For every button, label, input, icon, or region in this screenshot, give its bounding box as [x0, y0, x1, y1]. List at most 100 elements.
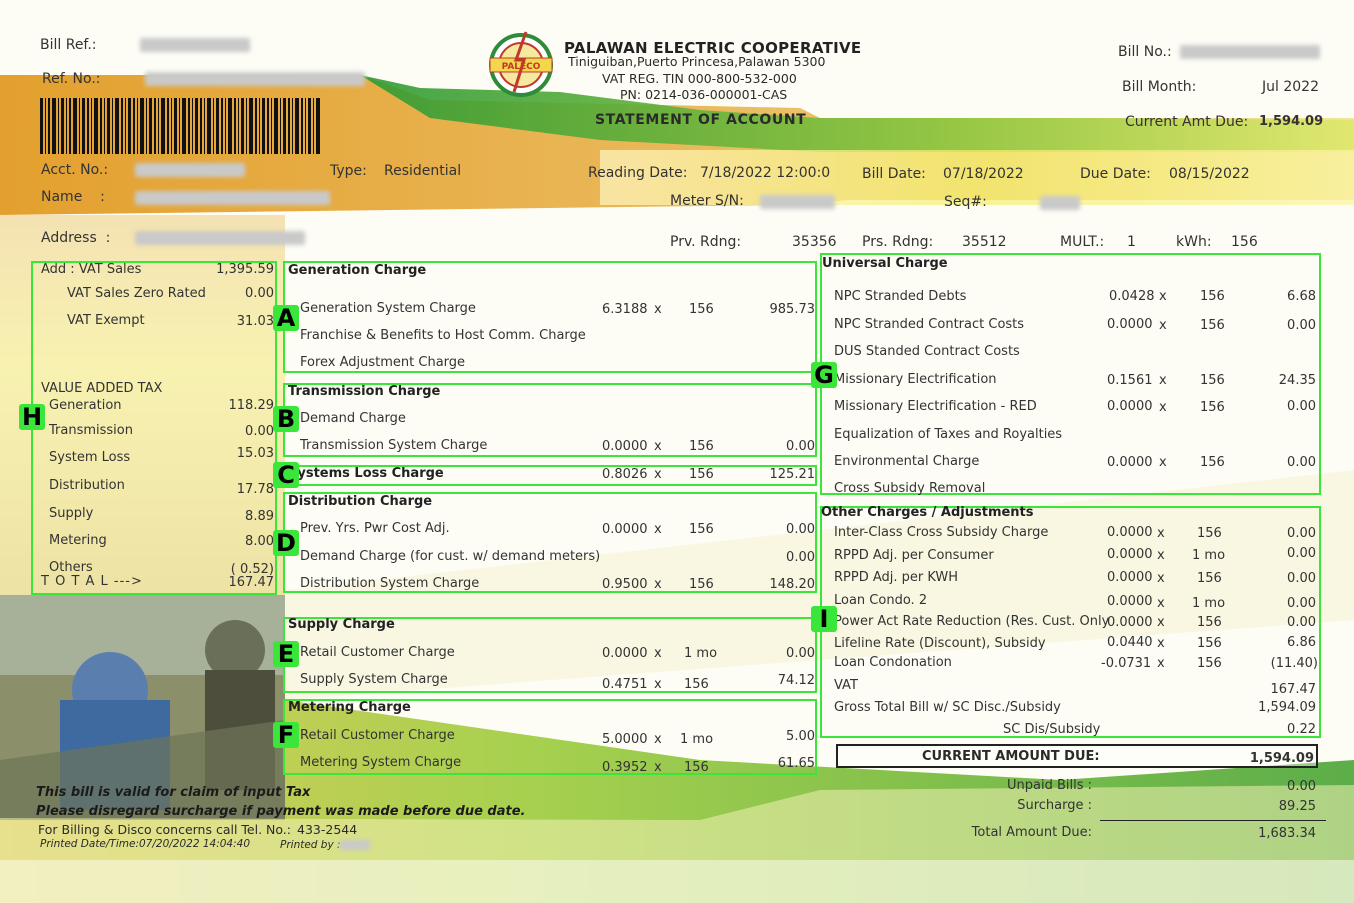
- univ-row-rate: 0.1561: [1107, 373, 1153, 388]
- sc-subsidy-amount: 0.22: [1287, 722, 1316, 737]
- dist-row-rate: 0.9500: [602, 577, 648, 592]
- dist-row-qty: 156: [689, 522, 714, 537]
- other-row-label: Loan Condo. 2: [834, 593, 928, 608]
- printed-datetime: Printed Date/Time:07/20/2022 14:04:40: [40, 838, 251, 850]
- univ-row-label: DUS Standed Contract Costs: [834, 344, 1020, 359]
- seq-redacted: [1040, 196, 1080, 210]
- other-row-amount: 6.86: [1287, 635, 1316, 650]
- mult-label: MULT.:: [1060, 234, 1105, 250]
- dist-row-amount: 0.00: [786, 522, 815, 537]
- add-vat-sales-value: 1,395.59: [216, 262, 274, 277]
- other-row-amount: 0.00: [1287, 526, 1316, 541]
- univ-row-amount: 0.00: [1287, 455, 1316, 470]
- supply-row-qty: 156: [684, 677, 709, 692]
- prs-label: Prs. Rdng:: [862, 234, 934, 250]
- gross-total-label: Gross Total Bill w/ SC Disc./Subsidy: [834, 700, 1061, 715]
- other-row-rate: 0.0000: [1107, 570, 1153, 585]
- bill-ref-redacted: [140, 38, 250, 52]
- vat-item-value: 118.29: [228, 398, 275, 413]
- univ-row-label: Missionary Electrification - RED: [834, 399, 1037, 414]
- trans-row-rate: 0.0000: [602, 439, 648, 454]
- trans-row-amount: 0.00: [786, 439, 815, 454]
- dist-row-label: Prev. Yrs. Pwr Cost Adj.: [300, 521, 450, 536]
- due-date-value: 08/15/2022: [1169, 166, 1250, 182]
- other-row-qty: 156: [1197, 571, 1222, 586]
- dist-row-label: Demand Charge (for cust. w/ demand meter…: [300, 549, 601, 564]
- other-row-x: x: [1157, 526, 1165, 541]
- other-row-qty: 156: [1197, 526, 1222, 541]
- other-row-rate: 0.0000: [1107, 594, 1153, 609]
- meter-redacted: [760, 195, 835, 209]
- add-vat-sales-label: Add : VAT Sales: [41, 262, 142, 277]
- univ-row-rate: 0.0000: [1107, 317, 1153, 332]
- meter-row-label: Retail Customer Charge: [300, 728, 455, 743]
- vat-item-label: Others: [49, 560, 93, 575]
- univ-row-rate: 0.0000: [1107, 399, 1153, 414]
- dist-row-rate: 0.0000: [602, 522, 648, 537]
- vat-reg: VAT REG. TIN 000-800-532-000: [602, 71, 797, 86]
- unpaid-bills-value: 0.00: [1287, 779, 1316, 794]
- prv-label: Prv. Rdng:: [670, 234, 742, 250]
- meter-row-rate: 0.3952: [602, 760, 648, 775]
- gross-total-amount: 1,594.09: [1258, 700, 1316, 715]
- annotation-tag-b: B: [273, 406, 299, 432]
- systems-loss-title: Systems Loss Charge: [288, 466, 444, 481]
- dist-row-qty: 156: [689, 577, 714, 592]
- exempt-label: VAT Exempt: [67, 313, 145, 328]
- annotation-tag-c: C: [273, 462, 299, 488]
- annotation-tag-f: F: [273, 722, 299, 748]
- sc-subsidy-label: SC Dis/Subsidy: [1003, 722, 1101, 737]
- trans-row-label: Transmission System Charge: [300, 438, 488, 453]
- other-row-x: x: [1157, 656, 1165, 671]
- meter-row-x: x: [654, 760, 662, 775]
- other-row-label: RPPD Adj. per KWH: [834, 570, 959, 585]
- sysloss-x: x: [654, 467, 662, 482]
- other-row-rate: 0.0000: [1107, 547, 1153, 562]
- other-row-label: Loan Condonation: [834, 655, 952, 670]
- univ-row-qty: 156: [1200, 373, 1225, 388]
- dist-row-amount: 148.20: [769, 577, 816, 592]
- other-row-rate: 0.0440: [1107, 635, 1153, 650]
- current-amount-due-label: CURRENT AMOUNT DUE:: [922, 749, 1100, 764]
- zero-rated-label: VAT Sales Zero Rated: [67, 286, 206, 301]
- transmission-title: Transmission Charge: [288, 384, 441, 399]
- univ-row-amount: 0.00: [1287, 318, 1316, 333]
- current-amount-due-value: 1,594.09: [1249, 751, 1314, 766]
- other-charges-title: Other Charges / Adjustments: [821, 505, 1034, 520]
- kwh-value: 156: [1231, 234, 1258, 250]
- universal-title: Universal Charge: [822, 256, 948, 271]
- univ-row-label: Equalization of Taxes and Royalties: [834, 427, 1063, 442]
- annotation-tag-i: I: [811, 606, 837, 632]
- seq-label: Seq#:: [944, 194, 987, 210]
- vat-title: VALUE ADDED TAX: [41, 381, 163, 396]
- other-row-qty: 1 mo: [1192, 596, 1226, 611]
- gen-row-qty: 156: [689, 302, 714, 317]
- univ-row-rate: 0.0428: [1109, 289, 1155, 304]
- other-row-x: x: [1157, 548, 1165, 563]
- supply-row-rate: 0.4751: [602, 677, 648, 692]
- prv-value: 35356: [792, 234, 837, 250]
- other-row-qty: 156: [1197, 615, 1222, 630]
- univ-row-amount: 6.68: [1287, 289, 1316, 304]
- other-row-amount: (11.40): [1270, 656, 1318, 671]
- printed-by-label: Printed by :: [280, 839, 341, 851]
- vat-item-label: System Loss: [49, 450, 131, 465]
- paleco-logo: PALECO: [486, 30, 556, 100]
- trans-row-qty: 156: [689, 439, 714, 454]
- univ-row-rate: 0.0000: [1107, 455, 1153, 470]
- annotation-tag-e: E: [273, 641, 299, 667]
- supply-row-label: Supply System Charge: [300, 672, 448, 687]
- vat-total-label: T O T A L --->: [41, 574, 143, 589]
- meter-row-rate: 5.0000: [602, 732, 648, 747]
- printed-by-redacted: [340, 840, 370, 850]
- billing-tel-label: For Billing & Disco concerns call Tel. N…: [38, 822, 291, 837]
- vat-item-label: Generation: [49, 398, 122, 413]
- univ-row-x: x: [1159, 289, 1167, 304]
- kwh-label: kWh:: [1176, 234, 1212, 250]
- supply-row-label: Retail Customer Charge: [300, 645, 455, 660]
- other-row-qty: 156: [1197, 656, 1222, 671]
- gen-row-rate: 6.3188: [602, 302, 648, 317]
- vat-item-value: 17.78: [236, 482, 274, 497]
- univ-row-qty: 156: [1200, 289, 1225, 304]
- other-row-x: x: [1157, 571, 1165, 586]
